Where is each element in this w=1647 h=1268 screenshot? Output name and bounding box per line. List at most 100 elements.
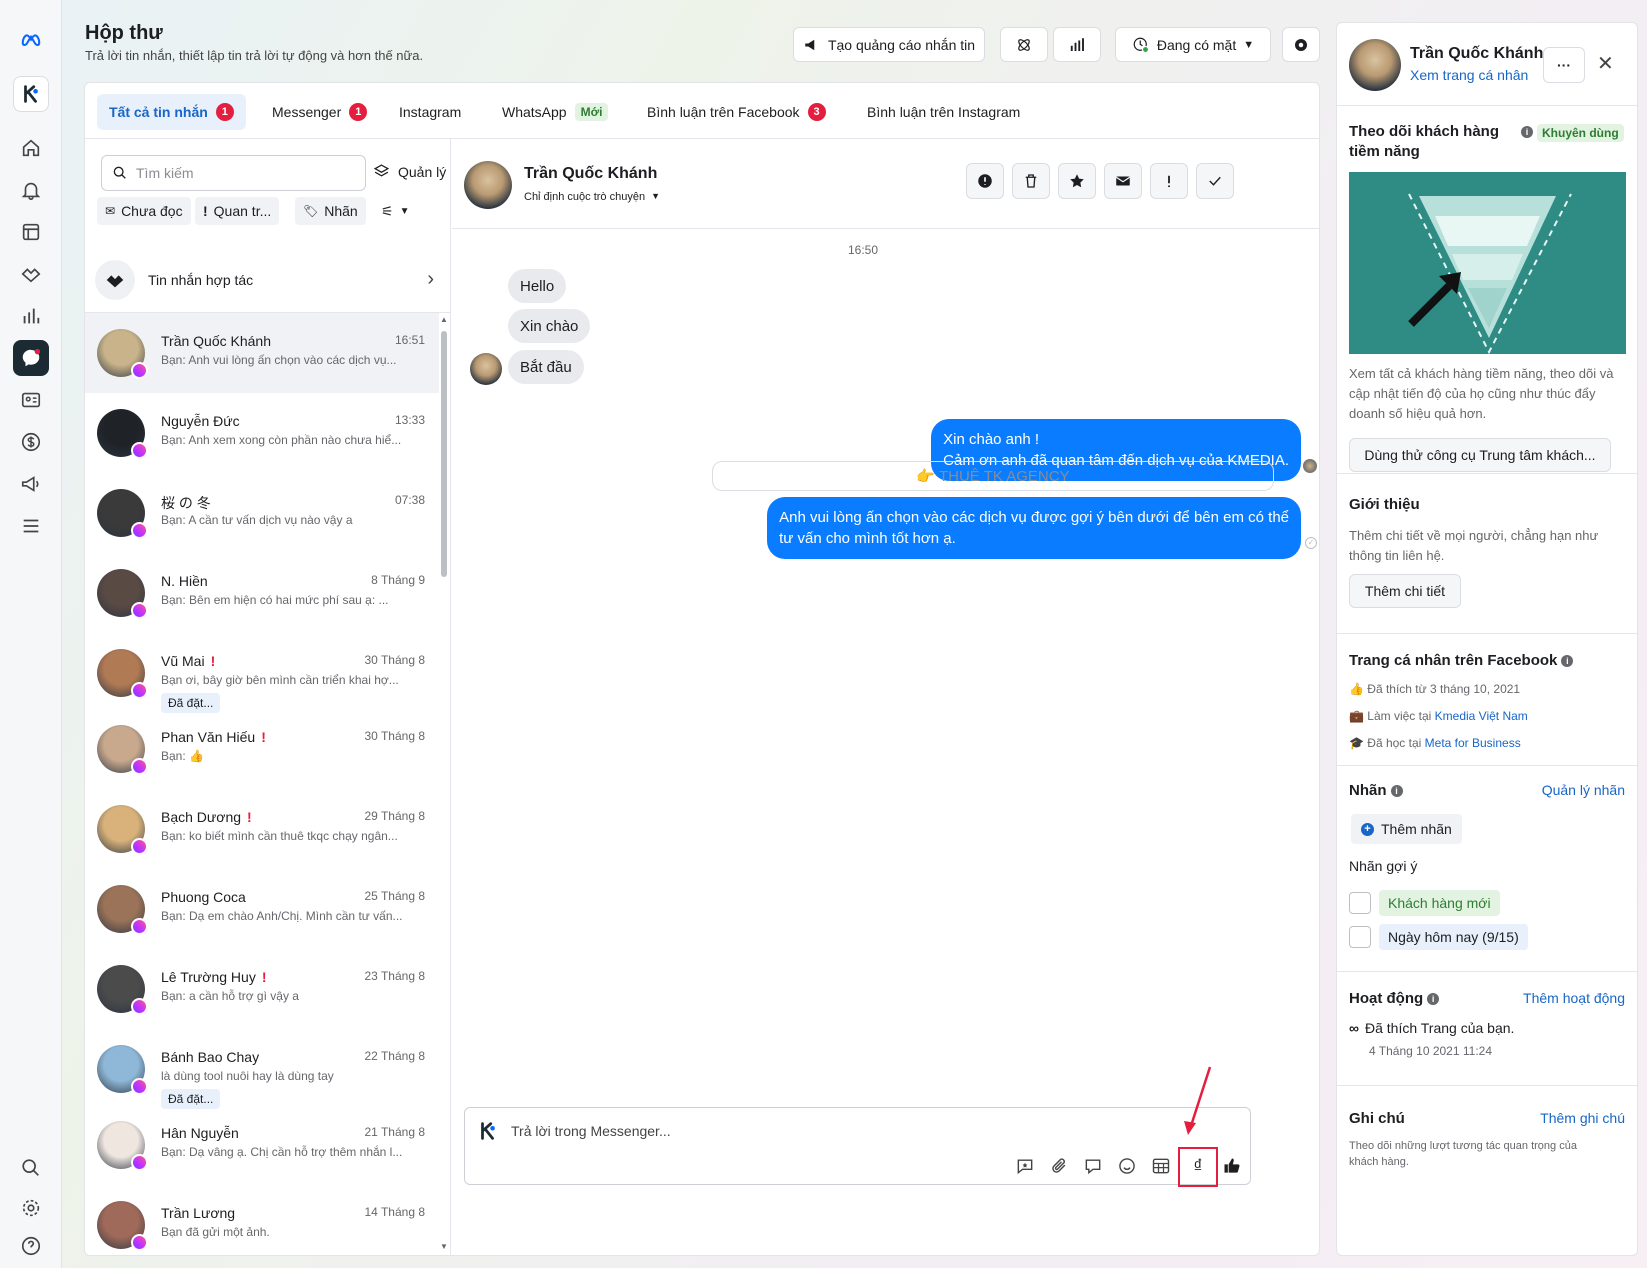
fb-school-link[interactable]: Meta for Business bbox=[1425, 736, 1521, 750]
search-icon[interactable] bbox=[13, 1150, 49, 1186]
try-leads-center-button[interactable]: Dùng thử công cụ Trung tâm khách... bbox=[1349, 438, 1611, 472]
insights-icon[interactable] bbox=[13, 298, 49, 334]
bell-icon[interactable] bbox=[13, 172, 49, 208]
important-button[interactable] bbox=[1150, 163, 1188, 199]
conversation-time: 29 Tháng 8 bbox=[364, 809, 426, 823]
conversation-time: 13:33 bbox=[394, 413, 425, 427]
tab-whatsapp[interactable]: WhatsApp Mới bbox=[490, 94, 620, 130]
paperclip-icon[interactable] bbox=[1047, 1154, 1071, 1178]
conversation-name: Vũ Mai! bbox=[161, 653, 216, 669]
integrations-button[interactable] bbox=[1000, 27, 1048, 62]
stats-button[interactable] bbox=[1053, 27, 1101, 62]
star-button[interactable] bbox=[1058, 163, 1096, 199]
report-button[interactable] bbox=[966, 163, 1004, 199]
search-input[interactable]: Tìm kiếm bbox=[101, 155, 366, 191]
fb-work-link[interactable]: Kmedia Việt Nam bbox=[1435, 709, 1528, 723]
contact-avatar[interactable] bbox=[464, 161, 512, 209]
tab-all[interactable]: Tất cả tin nhắn 1 bbox=[97, 94, 246, 130]
collab-messages-row[interactable]: Tin nhắn hợp tác › bbox=[85, 247, 450, 313]
more-options-button[interactable]: ··· bbox=[1543, 47, 1585, 83]
add-label-button[interactable]: + Thêm nhãn bbox=[1351, 814, 1462, 844]
delete-button[interactable] bbox=[1012, 163, 1050, 199]
notes-section: Ghi chú Thêm ghi chú Theo dõi những lượt… bbox=[1337, 1085, 1637, 1255]
tab-instagram-comments[interactable]: Bình luận trên Instagram bbox=[855, 94, 1032, 130]
tab-instagram[interactable]: Instagram bbox=[387, 94, 473, 130]
saved-reply-icon[interactable] bbox=[1013, 1154, 1037, 1178]
filter-important[interactable]: ! Quan tr... bbox=[195, 197, 280, 225]
mark-unread-button[interactable] bbox=[1104, 163, 1142, 199]
thumbs-up-icon[interactable] bbox=[1220, 1154, 1244, 1178]
dollar-icon[interactable] bbox=[13, 424, 49, 460]
add-activity-link[interactable]: Thêm hoạt động bbox=[1523, 990, 1625, 1006]
tab-facebook-comments[interactable]: Bình luận trên Facebook 3 bbox=[635, 94, 838, 130]
conversation-preview: Bạn: ko biết mình cần thuê tkqc chạy ngâ… bbox=[161, 829, 398, 843]
conversation-item[interactable]: Vũ Mai! 30 Tháng 8 Bạn ơi, bây giờ bên mìn… bbox=[85, 633, 439, 713]
label-checkbox[interactable] bbox=[1349, 892, 1371, 914]
scrollbar-thumb[interactable] bbox=[441, 331, 447, 577]
contact-name[interactable]: Trần Quốc Khánh bbox=[524, 165, 657, 183]
presence-dropdown[interactable]: Đang có mặt ▼ bbox=[1115, 27, 1271, 62]
conversation-item[interactable]: Phan Văn Hiếu! 30 Tháng 8 Bạn: 👍 bbox=[85, 709, 439, 789]
conversation-item[interactable]: Hân Nguyễn 21 Tháng 8 Bạn: Dạ vâng ạ. Chị … bbox=[85, 1105, 439, 1185]
chat-bubble-icon[interactable] bbox=[1081, 1154, 1105, 1178]
close-icon[interactable]: ✕ bbox=[1597, 51, 1614, 76]
conversation-item[interactable]: Nguyễn Đức 13:33 Bạn: Anh xem xong còn phầ… bbox=[85, 393, 439, 473]
done-button[interactable] bbox=[1196, 163, 1234, 199]
conversation-item[interactable]: Trần Lương 14 Tháng 8 Bạn đã gửi một ảnh. bbox=[85, 1185, 439, 1255]
tab-messenger[interactable]: Messenger 1 bbox=[260, 94, 379, 130]
add-details-button[interactable]: Thêm chi tiết bbox=[1349, 574, 1461, 608]
menu-icon[interactable] bbox=[13, 508, 49, 544]
conversation-item[interactable]: Lê Trường Huy! 23 Tháng 8 Bạn: a cần hỗ tr… bbox=[85, 949, 439, 1029]
conversation-name: Trần Lương bbox=[161, 1205, 236, 1221]
composer[interactable]: Trả lời trong Messenger... ₫ bbox=[464, 1107, 1251, 1187]
inbox-icon[interactable] bbox=[13, 340, 49, 376]
scroll-up-icon[interactable]: ▲ bbox=[440, 315, 448, 324]
meta-logo-icon[interactable] bbox=[13, 22, 49, 58]
info-icon: i bbox=[1390, 785, 1403, 798]
sliders-icon: ⚟ bbox=[381, 202, 394, 219]
filter-labels[interactable]: 🏷 Nhãn bbox=[295, 197, 366, 225]
settings-button[interactable] bbox=[1282, 27, 1320, 62]
filter-settings-dropdown[interactable]: ⚟ ▼ bbox=[373, 197, 417, 225]
scroll-down-icon[interactable]: ▼ bbox=[440, 1242, 448, 1251]
gear-icon[interactable] bbox=[13, 1190, 49, 1226]
contact-avatar bbox=[1349, 39, 1401, 91]
conversation-item[interactable]: Bạch Dương! 29 Tháng 8 Bạn: ko biết mình c… bbox=[85, 789, 439, 869]
service-card-button[interactable]: 👉 THUÊ TK AGENCY bbox=[712, 461, 1274, 491]
view-profile-link[interactable]: Xem trang cá nhân bbox=[1410, 67, 1528, 83]
suggested-label-chip[interactable]: Ngày hôm nay (9/15) bbox=[1379, 924, 1528, 950]
megaphone-icon[interactable] bbox=[13, 466, 49, 502]
currency-dong-icon[interactable]: ₫ bbox=[1186, 1154, 1210, 1178]
content-icon[interactable] bbox=[13, 214, 49, 250]
conversation-item[interactable]: Phuong Coca 25 Tháng 8 Bạn: Dạ em chào Anh… bbox=[85, 869, 439, 949]
intro-section: Giới thiệu Thêm chi tiết về mọi người, c… bbox=[1337, 473, 1637, 633]
conversation-item[interactable]: 桜 の 冬 07:38 Bạn: A cần tư vấn dịch vụ nào … bbox=[85, 473, 439, 553]
sent-check-icon: ✓ bbox=[1305, 537, 1317, 549]
suggested-label-chip[interactable]: Khách hàng mới bbox=[1379, 890, 1500, 916]
page-avatar-icon[interactable] bbox=[13, 76, 49, 112]
reply-input[interactable]: Trả lời trong Messenger... bbox=[511, 1123, 671, 1139]
filter-unread[interactable]: ✉ Chưa đọc bbox=[97, 197, 191, 225]
emoji-icon[interactable] bbox=[1115, 1154, 1139, 1178]
conversation-item[interactable]: Bánh Bao Chay 22 Tháng 8 là dùng tool nuôi… bbox=[85, 1029, 439, 1109]
conversation-item[interactable]: Trần Quốc Khánh 16:51 Bạn: Anh vui lòng ấn… bbox=[85, 313, 439, 393]
manage-labels-link[interactable]: Quản lý nhãn bbox=[1542, 782, 1625, 798]
tab-bar: Tất cả tin nhắn 1 Messenger 1 Instagram Wh… bbox=[85, 83, 1319, 139]
manage-button[interactable]: Quản lý bbox=[373, 163, 446, 180]
add-note-link[interactable]: Thêm ghi chú bbox=[1540, 1110, 1625, 1126]
contacts-icon[interactable] bbox=[13, 382, 49, 418]
page-avatar-icon bbox=[477, 1120, 499, 1142]
home-icon[interactable] bbox=[13, 130, 49, 166]
table-icon[interactable] bbox=[1149, 1154, 1173, 1178]
messenger-badge-icon bbox=[131, 1234, 148, 1251]
help-icon[interactable] bbox=[13, 1228, 49, 1264]
handshake-icon[interactable] bbox=[13, 256, 49, 292]
labels-title: Nhãn i bbox=[1349, 782, 1403, 799]
label-checkbox[interactable] bbox=[1349, 926, 1371, 948]
assign-conversation-dropdown[interactable]: Chỉ định cuộc trò chuyện ▼ bbox=[524, 191, 660, 203]
scrollbar[interactable]: ▲ ▼ bbox=[439, 313, 449, 1253]
fb-work-prefix: Làm việc tại bbox=[1367, 709, 1435, 723]
conversation-list: Trần Quốc Khánh 16:51 Bạn: Anh vui lòng ấn… bbox=[85, 313, 439, 1255]
create-ad-button[interactable]: Tạo quảng cáo nhắn tin bbox=[793, 27, 985, 62]
conversation-item[interactable]: N. Hiền 8 Tháng 9 Bạn: Bên em hiện có hai … bbox=[85, 553, 439, 633]
